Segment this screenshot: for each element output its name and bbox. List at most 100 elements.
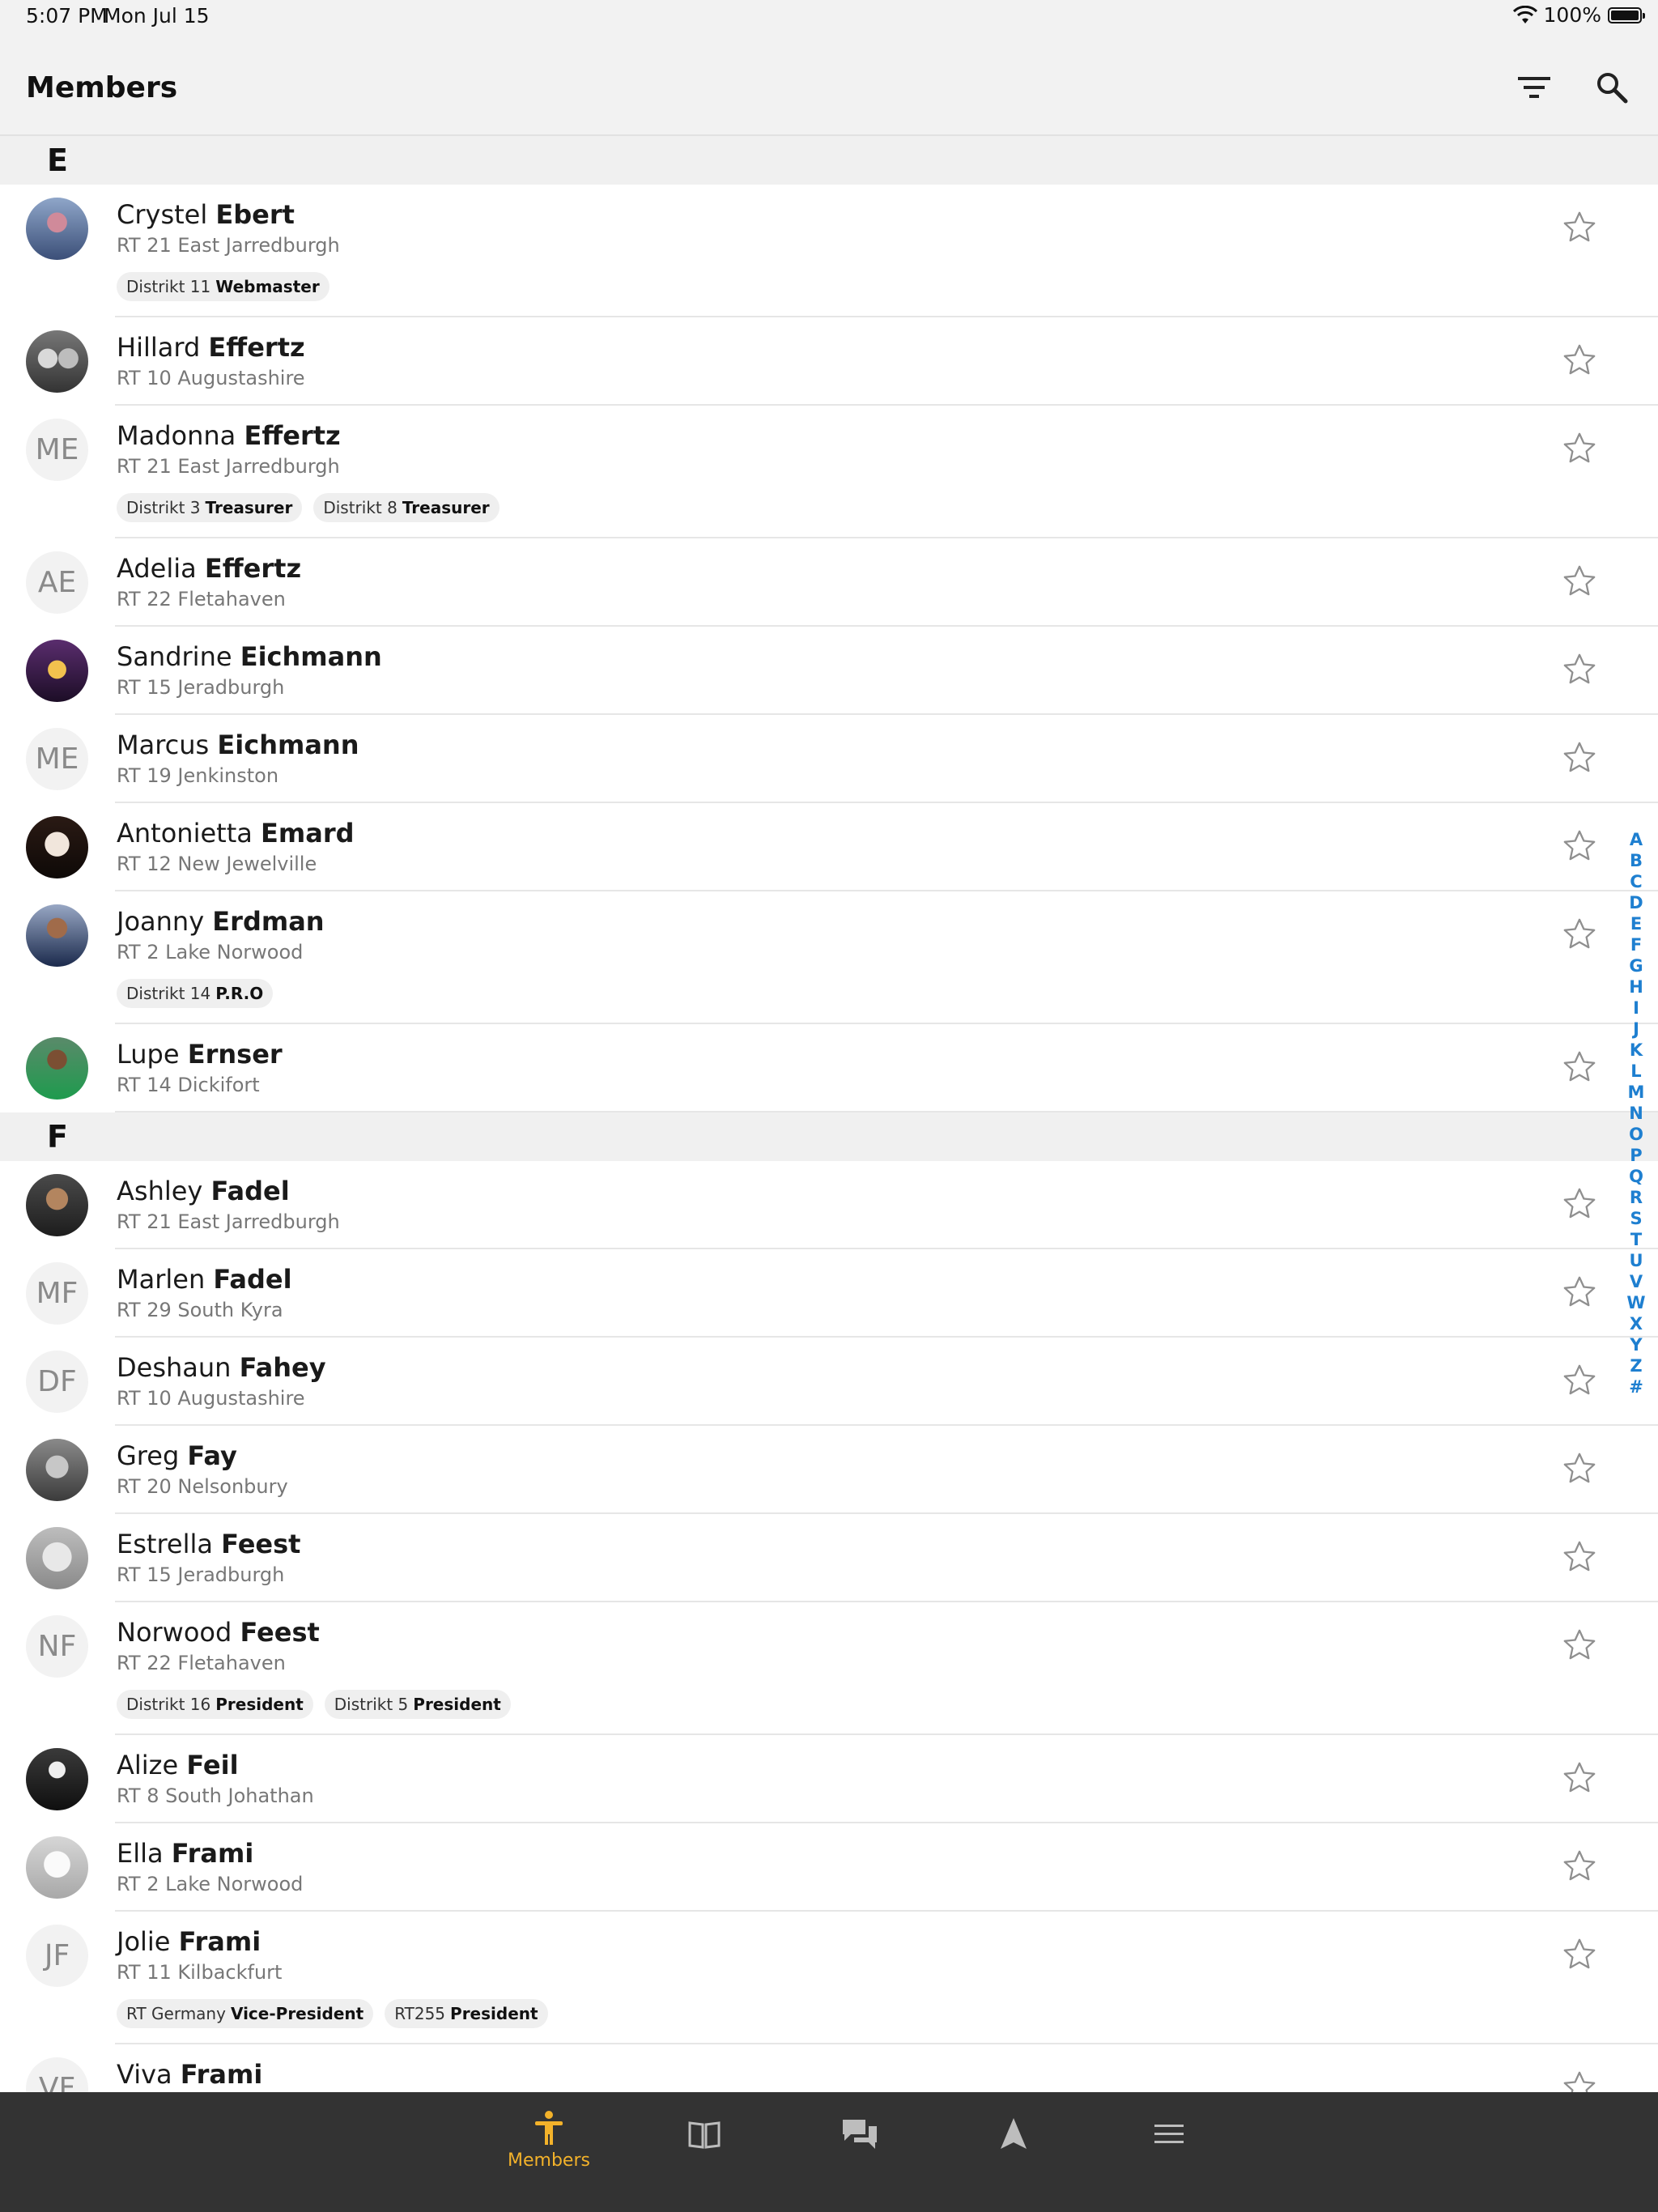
member-table: RT 10 Augustashire (117, 1387, 305, 1410)
favorite-star-icon[interactable] (1561, 739, 1598, 776)
index-letter[interactable]: I (1633, 998, 1639, 1019)
favorite-star-icon[interactable] (1561, 1759, 1598, 1797)
favorite-star-icon[interactable] (1561, 1848, 1598, 1885)
member-row[interactable]: Ashley Fadel RT 21 East Jarredburgh (0, 1161, 1658, 1249)
member-row[interactable]: Estrella Feest RT 15 Jeradburgh (0, 1514, 1658, 1602)
favorite-star-icon[interactable] (1561, 651, 1598, 688)
index-letter[interactable]: P (1630, 1145, 1642, 1166)
favorite-star-icon[interactable] (1561, 2069, 1598, 2092)
member-row[interactable]: DF Deshaun Fahey RT 10 Augustashire (0, 1338, 1658, 1426)
member-row[interactable]: Ella Frami RT 2 Lake Norwood (0, 1823, 1658, 1912)
index-letter[interactable]: Y (1630, 1334, 1642, 1355)
favorite-star-icon[interactable] (1561, 342, 1598, 379)
member-name: Viva Frami (117, 2059, 262, 2090)
favorite-star-icon[interactable] (1561, 1936, 1598, 1973)
search-button[interactable] (1592, 68, 1631, 107)
member-row[interactable]: ME Marcus Eichmann RT 19 Jenkinston (0, 715, 1658, 803)
index-letter[interactable]: L (1630, 1061, 1641, 1082)
role-chip: Distrikt 3 Treasurer (117, 493, 303, 522)
member-row[interactable]: ME Madonna Effertz RT 21 East Jarredburgh D… (0, 406, 1658, 538)
member-row[interactable]: Lupe Ernser RT 14 Dickifort (0, 1024, 1658, 1112)
index-letter[interactable]: # (1629, 1376, 1643, 1397)
index-letter[interactable]: R (1630, 1187, 1643, 1208)
member-row[interactable]: Greg Fay RT 20 Nelsonbury (0, 1426, 1658, 1514)
member-table: RT 14 Dickifort (117, 1074, 260, 1096)
member-row[interactable]: NF Norwood Feest RT 22 Fletahaven Distrikt … (0, 1602, 1658, 1735)
status-bar: 5:07 PM Mon Jul 15 100% (0, 0, 1658, 32)
index-letter[interactable]: U (1629, 1250, 1643, 1271)
first-name: Estrella (117, 1529, 213, 1559)
member-row[interactable]: Sandrine Eichmann RT 15 Jeradburgh (0, 627, 1658, 715)
member-name: Greg Fay (117, 1440, 237, 1471)
last-name: Fahey (239, 1352, 326, 1383)
favorite-star-icon[interactable] (1561, 563, 1598, 600)
index-letter[interactable]: V (1630, 1271, 1643, 1292)
index-letter[interactable]: M (1628, 1082, 1645, 1103)
member-row[interactable]: JF Jolie Frami RT 11 Kilbackfurt RT Germany… (0, 1912, 1658, 2044)
member-table: RT 15 Jeradburgh (117, 676, 285, 699)
index-letter[interactable]: O (1629, 1124, 1643, 1145)
index-letter[interactable]: C (1630, 871, 1642, 892)
navigation-arrow-icon (1001, 2118, 1027, 2149)
member-row[interactable]: VF Viva Frami (0, 2044, 1658, 2092)
wifi-icon (1512, 5, 1537, 23)
avatar (26, 198, 88, 260)
index-letter[interactable]: S (1630, 1208, 1642, 1229)
favorite-star-icon[interactable] (1561, 1538, 1598, 1576)
alphabet-index[interactable]: A B C D E F G H I J K L M N O P Q R S T U V W X Y Z # (1624, 829, 1648, 1397)
tab-members[interactable]: Members (492, 2110, 606, 2191)
index-letter[interactable]: H (1629, 976, 1643, 998)
favorite-star-icon[interactable] (1561, 1274, 1598, 1311)
index-letter[interactable]: T (1630, 1229, 1642, 1250)
member-name: Marlen Fadel (117, 1264, 292, 1295)
filter-button[interactable] (1515, 68, 1554, 107)
member-table: RT 11 Kilbackfurt (117, 1961, 283, 1984)
index-letter[interactable]: E (1630, 913, 1642, 934)
first-name: Crystel (117, 199, 208, 230)
favorite-star-icon[interactable] (1561, 1185, 1598, 1223)
favorite-star-icon[interactable] (1561, 1049, 1598, 1086)
role-org: Distrikt 3 (126, 498, 201, 517)
index-letter[interactable]: G (1629, 955, 1643, 976)
last-name: Emard (261, 818, 355, 849)
index-letter[interactable]: K (1630, 1040, 1643, 1061)
favorite-star-icon[interactable] (1561, 430, 1598, 467)
index-letter[interactable]: F (1630, 934, 1642, 955)
index-letter[interactable]: W (1626, 1292, 1645, 1313)
index-letter[interactable]: D (1629, 892, 1643, 913)
book-icon (688, 2121, 721, 2149)
favorite-star-icon[interactable] (1561, 1362, 1598, 1399)
tab-chat[interactable] (803, 2110, 916, 2191)
tab-menu[interactable] (1112, 2110, 1226, 2191)
page-title: Members (26, 71, 178, 104)
favorite-star-icon[interactable] (1561, 916, 1598, 953)
index-letter[interactable]: A (1630, 829, 1643, 850)
member-name: Jolie Frami (117, 1926, 261, 1957)
index-letter[interactable]: X (1630, 1313, 1643, 1334)
chat-icon (843, 2120, 877, 2149)
favorite-star-icon[interactable] (1561, 1627, 1598, 1664)
tab-book[interactable] (648, 2110, 761, 2191)
member-row[interactable]: Joanny Erdman RT 2 Lake Norwood Distrikt 1… (0, 891, 1658, 1024)
index-letter[interactable]: Z (1630, 1355, 1642, 1376)
avatar-initials: NF (26, 1615, 88, 1678)
role-chips: Distrikt 3 Treasurer Distrikt 8 Treasurer (117, 493, 500, 522)
tab-navigate[interactable] (957, 2110, 1070, 2191)
member-row[interactable]: Alize Feil RT 8 South Johathan (0, 1735, 1658, 1823)
member-row[interactable]: Antonietta Emard RT 12 New Jewelville (0, 803, 1658, 891)
member-row[interactable]: AE Adelia Effertz RT 22 Fletahaven (0, 538, 1658, 627)
member-list[interactable]: E Crystel Ebert RT 21 East Jarredburgh Dist… (0, 136, 1658, 2092)
role-chip: RT255 President (385, 1999, 548, 2028)
member-row[interactable]: MF Marlen Fadel RT 29 South Kyra (0, 1249, 1658, 1338)
favorite-star-icon[interactable] (1561, 1450, 1598, 1487)
role-org: RT255 (394, 2004, 446, 2023)
index-letter[interactable]: N (1629, 1103, 1643, 1124)
member-row[interactable]: Crystel Ebert RT 21 East Jarredburgh Distr… (0, 185, 1658, 317)
index-letter[interactable]: Q (1629, 1166, 1643, 1187)
index-letter[interactable]: B (1630, 850, 1643, 871)
last-name: Eichmann (240, 641, 382, 672)
member-row[interactable]: Hillard Effertz RT 10 Augustashire (0, 317, 1658, 406)
favorite-star-icon[interactable] (1561, 827, 1598, 865)
index-letter[interactable]: J (1633, 1019, 1639, 1040)
favorite-star-icon[interactable] (1561, 209, 1598, 246)
